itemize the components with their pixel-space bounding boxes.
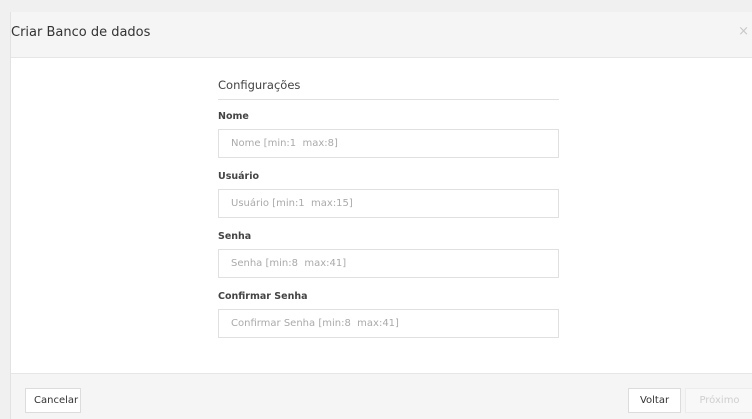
username-label: Usuário — [218, 171, 260, 182]
password-input[interactable] — [218, 249, 559, 278]
settings-form: Configurações Nome Usuário Senha Confirm… — [218, 78, 559, 350]
cancel-button[interactable]: Cancelar — [25, 388, 81, 413]
dialog-header: Criar Banco de dados × — [11, 12, 752, 58]
name-label: Nome — [218, 111, 249, 122]
section-title: Configurações — [218, 78, 559, 100]
password-label: Senha — [218, 231, 252, 242]
back-button[interactable]: Voltar — [628, 388, 681, 413]
create-database-dialog: Criar Banco de dados × Configurações Nom… — [10, 12, 752, 419]
close-icon[interactable]: × — [738, 24, 749, 39]
dialog-footer: Cancelar Voltar Próximo — [11, 373, 752, 419]
confirm-password-input[interactable] — [218, 309, 559, 338]
dialog-body: Configurações Nome Usuário Senha Confirm… — [11, 58, 752, 373]
username-input[interactable] — [218, 189, 559, 218]
confirm-password-label: Confirmar Senha — [218, 291, 308, 302]
dialog-title: Criar Banco de dados — [11, 25, 151, 40]
name-input[interactable] — [218, 129, 559, 158]
next-button[interactable]: Próximo — [685, 388, 752, 413]
